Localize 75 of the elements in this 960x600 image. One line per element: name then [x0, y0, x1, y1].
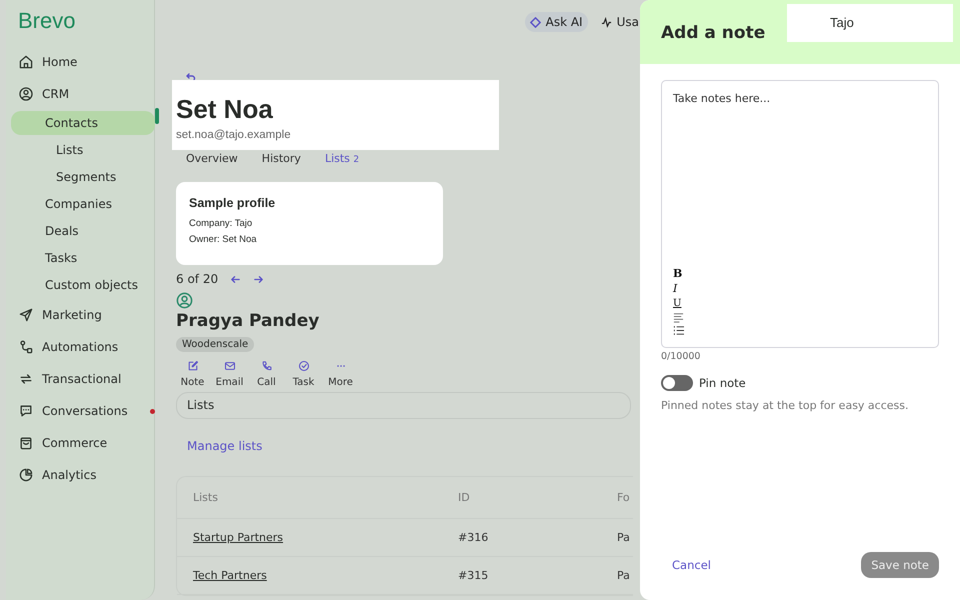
- tab[interactable]: Lists 2: [316, 148, 368, 169]
- italic-button[interactable]: I: [673, 282, 678, 295]
- column-header: Lists: [193, 491, 219, 504]
- flow-icon: [18, 339, 34, 355]
- card-line: Owner: Set Noa: [189, 234, 258, 245]
- column-header: ID: [458, 491, 471, 504]
- action-button[interactable]: More: [324, 356, 357, 392]
- cancel-link[interactable]: Cancel: [672, 558, 711, 572]
- pin-toggle[interactable]: [661, 375, 693, 391]
- section-header[interactable]: Lists: [176, 392, 631, 419]
- chat-icon: [18, 403, 34, 419]
- bag-icon: [18, 435, 34, 451]
- action-button[interactable]: Note: [176, 356, 209, 392]
- panel-title: Add a note: [661, 23, 766, 43]
- placeholder-text: Take notes here...: [673, 92, 772, 105]
- table-cell-text: #315: [458, 569, 490, 582]
- table-cell-text: #316: [458, 531, 490, 544]
- diamond-icon: [530, 16, 541, 28]
- nav-item[interactable]: Marketing: [6, 299, 102, 331]
- align-left-icon[interactable]: [673, 312, 684, 323]
- nav-item[interactable]: Lists: [6, 137, 154, 164]
- action-button[interactable]: Task: [287, 356, 320, 392]
- column-header: Fo: [617, 491, 631, 504]
- list-icon[interactable]: [673, 325, 684, 336]
- table-cell-text: Pa: [617, 569, 631, 582]
- usage-button[interactable]: Usa: [596, 12, 639, 32]
- bold-button[interactable]: B: [673, 267, 682, 280]
- hint-text: Pinned notes stay at the top for easy access.: [661, 399, 910, 412]
- edit-icon: [186, 360, 198, 372]
- profile-name: Set Noa: [176, 94, 274, 124]
- company-tag: Woodenscale: [176, 337, 254, 352]
- character-counter: 0/10000: [661, 351, 702, 362]
- tab[interactable]: History: [254, 148, 309, 169]
- send-icon: [18, 307, 34, 323]
- arrow-right-icon[interactable]: [253, 274, 264, 284]
- tab[interactable]: Overview: [178, 148, 246, 169]
- table-cell-text: Pa: [617, 531, 631, 544]
- nav-item[interactable]: Automations: [6, 331, 118, 363]
- company-field[interactable]: Tajo: [787, 4, 953, 42]
- note-editor[interactable]: Take notes here... B I U: [661, 80, 939, 348]
- arrow-left-icon[interactable]: [230, 274, 242, 284]
- active-marker: [155, 108, 159, 124]
- nav-item[interactable]: Conversations: [6, 395, 155, 427]
- home-icon: [18, 54, 34, 70]
- underline-button[interactable]: U: [673, 297, 682, 310]
- nav-item[interactable]: Analytics: [6, 459, 96, 491]
- nav-item[interactable]: Deals: [11, 219, 155, 243]
- list-link[interactable]: Tech Partners: [193, 569, 458, 582]
- card-title: Sample profile: [189, 196, 276, 210]
- nav-item[interactable]: Companies: [11, 192, 155, 216]
- list-link[interactable]: Startup Partners: [193, 531, 458, 544]
- pie-icon: [18, 467, 34, 483]
- pager-text: 6 of 20: [176, 272, 218, 286]
- check-circle-icon: [298, 360, 310, 372]
- card-line: Company: Tajo: [189, 218, 254, 229]
- nav-item[interactable]: Custom objects: [11, 273, 155, 297]
- pin-label: Pin note: [699, 376, 746, 390]
- mail-icon: [224, 360, 236, 372]
- nav-item[interactable]: Contacts: [11, 111, 155, 135]
- nav-item[interactable]: Tasks: [11, 246, 155, 270]
- nav-item[interactable]: Transactional: [6, 363, 122, 395]
- manage-lists-link[interactable]: Manage lists: [187, 439, 262, 453]
- nav-item[interactable]: Segments: [6, 164, 154, 191]
- avatar-icon: [176, 292, 193, 309]
- ask-ai-button[interactable]: Ask AI: [524, 12, 588, 32]
- action-button[interactable]: Call: [250, 356, 283, 392]
- profile-email: set.noa@tajo.example: [176, 129, 292, 141]
- contact-name: Pragya Pandey: [176, 311, 320, 331]
- phone-icon: [260, 360, 272, 372]
- pulse-icon: [600, 16, 612, 28]
- nav-item[interactable]: Commerce: [6, 427, 108, 459]
- action-button[interactable]: Email: [213, 356, 246, 392]
- user-circle-icon: [18, 86, 34, 102]
- nav-item[interactable]: CRM: [6, 78, 70, 110]
- nav-item[interactable]: Home: [6, 46, 78, 78]
